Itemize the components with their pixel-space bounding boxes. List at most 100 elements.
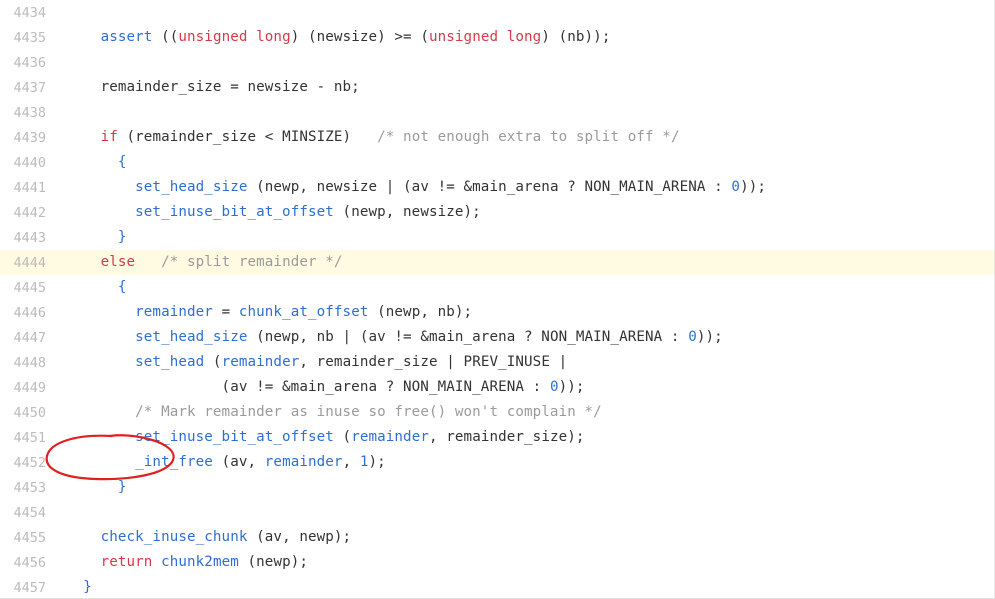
code-token: }: [117, 479, 127, 495]
line-number[interactable]: 4437: [0, 75, 54, 100]
line-number[interactable]: 4449: [0, 375, 54, 400]
line-number[interactable]: 4434: [0, 0, 54, 25]
code-token: remainder: [221, 354, 300, 370]
line-number[interactable]: 4456: [0, 550, 54, 575]
code-token: (remainder_size < MINSIZE): [117, 129, 378, 145]
code-line-content[interactable]: set_inuse_bit_at_offset (newp, newsize);: [54, 200, 994, 225]
code-line-content[interactable]: {: [54, 150, 994, 175]
code-line-row: 4446 remainder = chunk_at_offset (newp, …: [0, 300, 994, 325]
code-line-row: 4454: [0, 500, 994, 525]
code-line-content[interactable]: }: [54, 225, 994, 250]
code-line-content[interactable]: set_head_size (newp, nb | (av != &main_a…: [54, 325, 994, 350]
code-token: (newp);: [238, 554, 309, 570]
code-line-content[interactable]: }: [54, 475, 994, 500]
code-token: (av, newp);: [247, 529, 352, 545]
code-line-row: 4451 set_inuse_bit_at_offset (remainder,…: [0, 425, 994, 450]
line-number[interactable]: 4445: [0, 275, 54, 300]
line-number-text: 4452: [13, 454, 46, 471]
line-number-text: 4435: [13, 29, 46, 46]
code-line-row: 4435 assert ((unsigned long) (newsize) >…: [0, 25, 994, 50]
code-token: /* Mark remainder as inuse so free() won…: [135, 404, 602, 420]
code-line-row: 4443 }: [0, 225, 994, 250]
code-token: 0: [549, 379, 559, 395]
line-number[interactable]: 4457: [0, 575, 54, 598]
code-line-content[interactable]: assert ((unsigned long) (newsize) >= (un…: [54, 25, 994, 50]
code-token: 0: [731, 179, 741, 195]
line-number[interactable]: 4439: [0, 125, 54, 150]
line-number-text: 4456: [13, 554, 46, 571]
code-token: set_inuse_bit_at_offset: [135, 204, 334, 220]
line-number[interactable]: 4435: [0, 25, 54, 50]
code-line-content[interactable]: [54, 0, 994, 25]
code-line-row: 4455 check_inuse_chunk (av, newp);: [0, 525, 994, 550]
code-token: );: [368, 454, 386, 470]
line-number[interactable]: 4447: [0, 325, 54, 350]
line-number[interactable]: 4453: [0, 475, 54, 500]
line-number[interactable]: 4452: [0, 450, 54, 475]
line-number-text: 4440: [13, 154, 46, 171]
code-line-content[interactable]: set_inuse_bit_at_offset (remainder, rema…: [54, 425, 994, 450]
line-number-text: 4436: [13, 54, 46, 71]
code-token: set_inuse_bit_at_offset: [135, 429, 334, 445]
code-line-content[interactable]: set_head_size (newp, newsize | (av != &m…: [54, 175, 994, 200]
code-token: else: [100, 254, 136, 270]
code-line-content[interactable]: else /* split remainder */: [54, 250, 994, 275]
code-line-content[interactable]: check_inuse_chunk (av, newp);: [54, 525, 994, 550]
line-number[interactable]: 4442: [0, 200, 54, 225]
line-number[interactable]: 4444: [0, 250, 54, 275]
code-line-content[interactable]: remainder = chunk_at_offset (newp, nb);: [54, 300, 994, 325]
code-token: assert: [100, 29, 153, 45]
code-token: return: [100, 554, 153, 570]
code-line-row: 4449 (av != &main_arena ? NON_MAIN_ARENA…: [0, 375, 994, 400]
line-number[interactable]: 4436: [0, 50, 54, 75]
code-token: (newp, newsize);: [333, 204, 481, 220]
line-number[interactable]: 4446: [0, 300, 54, 325]
line-number[interactable]: 4441: [0, 175, 54, 200]
code-line-content[interactable]: [54, 100, 994, 125]
line-number[interactable]: 4440: [0, 150, 54, 175]
code-token: (newp, nb | (av != &main_arena ? NON_MAI…: [247, 329, 689, 345]
line-number-text: 4441: [13, 179, 46, 196]
code-line-content[interactable]: _int_free (av, remainder, 1);: [54, 450, 994, 475]
code-line-content[interactable]: remainder_size = newsize - nb;: [54, 75, 994, 100]
code-token: ) (nb));: [541, 29, 611, 45]
code-line-content[interactable]: }: [54, 575, 994, 598]
code-line-content[interactable]: [54, 500, 994, 525]
code-token: (newp, newsize | (av != &main_arena ? NO…: [247, 179, 732, 195]
code-line-content[interactable]: set_head (remainder, remainder_size | PR…: [54, 350, 994, 375]
code-line-content[interactable]: [54, 50, 994, 75]
code-line-content[interactable]: return chunk2mem (newp);: [54, 550, 994, 575]
code-line-row: 4447 set_head_size (newp, nb | (av != &m…: [0, 325, 994, 350]
line-number[interactable]: 4443: [0, 225, 54, 250]
code-token: 0: [688, 329, 697, 345]
code-token: remainder: [264, 454, 343, 470]
line-number-text: 4438: [13, 104, 46, 121]
line-number[interactable]: 4451: [0, 425, 54, 450]
code-line-row: 4445 {: [0, 275, 994, 300]
line-number[interactable]: 4450: [0, 400, 54, 425]
code-token: }: [83, 579, 92, 595]
code-line-content[interactable]: if (remainder_size < MINSIZE) /* not eno…: [54, 125, 994, 150]
line-number[interactable]: 4454: [0, 500, 54, 525]
code-line-content[interactable]: /* Mark remainder as inuse so free() won…: [54, 400, 994, 425]
code-line-content[interactable]: {: [54, 275, 994, 300]
code-token: }: [117, 229, 127, 245]
code-token: ) (newsize) >= (: [290, 29, 429, 45]
code-token: /* split remainder */: [161, 254, 343, 270]
line-number[interactable]: 4455: [0, 525, 54, 550]
line-number[interactable]: 4438: [0, 100, 54, 125]
code-token: , remainder_size | PREV_INUSE |: [299, 354, 568, 370]
line-number-text: 4445: [13, 279, 46, 296]
line-number[interactable]: 4448: [0, 350, 54, 375]
code-token: {: [117, 279, 127, 295]
code-line-content[interactable]: (av != &main_arena ? NON_MAIN_ARENA : 0)…: [54, 375, 994, 400]
line-number-text: 4449: [13, 379, 46, 396]
